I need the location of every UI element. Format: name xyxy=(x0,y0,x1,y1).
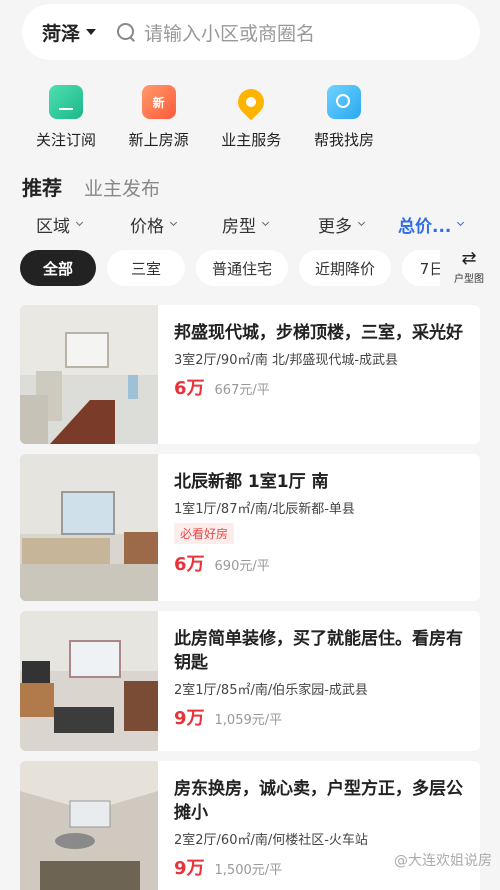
swap-icon: ⇄ xyxy=(461,248,477,269)
filter-label: 价格 xyxy=(130,217,164,237)
quick-label: 业主服务 xyxy=(221,131,282,149)
watermark: @大连欢姐说房 xyxy=(394,853,492,869)
listing-list: 邦盛现代城，步梯顶楼，三室，采光好 3室2厅/90㎡/南 北/邦盛现代城-成武县… xyxy=(20,305,480,890)
new-badge-text: 新 xyxy=(152,95,165,110)
listing-price: 6万 xyxy=(174,378,205,399)
chevron-down-icon xyxy=(357,218,366,227)
listing-card[interactable]: 房东换房，诚心卖，户型方正，多层公摊小 2室2厅/60㎡/南/何楼社区-火车站 … xyxy=(20,761,480,890)
tab-recommend[interactable]: 推荐 xyxy=(22,172,62,201)
quick-label: 帮我找房 xyxy=(313,131,374,149)
listing-title: 北辰新都 1室1厅 南 xyxy=(174,472,329,492)
quick-new-listings[interactable]: 新 新上房源 xyxy=(113,85,205,150)
floorplan-toggle-button[interactable]: ⇄ 户型图 xyxy=(444,248,494,286)
city-label: 菏泽 xyxy=(42,22,81,45)
search-bar[interactable]: 菏泽 请输入小区或商圈名 xyxy=(22,4,480,60)
listing-photo xyxy=(20,611,158,751)
filter-room-type[interactable]: 房型 xyxy=(222,212,270,237)
chip-ordinary-residence[interactable]: 普通住宅 xyxy=(196,250,288,286)
location-pin-icon xyxy=(232,83,270,121)
listing-price: 9万 xyxy=(174,858,205,879)
quick-filter-chips: 全部 三室 普通住宅 近期降价 7日 xyxy=(20,250,440,286)
feed-tabs: 推荐 业主发布 xyxy=(22,172,182,201)
listing-unit-price: 667元/平 xyxy=(214,383,270,398)
listing-price: 9万 xyxy=(174,708,205,729)
listing-unit-price: 1,059元/平 xyxy=(214,713,283,728)
listing-photo xyxy=(20,305,158,444)
listing-title: 此房简单装修，买了就能居住。看房有钥匙 xyxy=(174,629,463,673)
listing-details: 1室1厅/87㎡/南/北辰新都-单县 xyxy=(174,502,355,517)
listing-details: 2室1厅/85㎡/南/伯乐家园-成武县 xyxy=(174,683,368,698)
chevron-down-icon xyxy=(75,218,84,227)
listing-card[interactable]: 邦盛现代城，步梯顶楼，三室，采光好 3室2厅/90㎡/南 北/邦盛现代城-成武县… xyxy=(20,305,480,444)
filter-label: 区域 xyxy=(36,217,70,237)
quick-owner-service[interactable]: 业主服务 xyxy=(205,83,297,150)
quick-actions: 关注订阅 新 新上房源 业主服务 帮我找房 xyxy=(20,83,390,150)
find-house-icon xyxy=(326,85,361,119)
listing-photo xyxy=(20,454,158,601)
chevron-down-icon xyxy=(457,218,465,227)
filter-price[interactable]: 价格 xyxy=(130,212,178,237)
listing-card[interactable]: 北辰新都 1室1厅 南 1室1厅/87㎡/南/北辰新都-单县 必看好房 6万 6… xyxy=(20,454,480,601)
listing-title: 房东换房，诚心卖，户型方正，多层公摊小 xyxy=(174,779,463,823)
floorplan-label: 户型图 xyxy=(454,274,484,285)
filter-total-price[interactable]: 总价... xyxy=(398,212,465,237)
subscribe-icon xyxy=(49,85,83,119)
listing-title: 邦盛现代城，步梯顶楼，三室，采光好 xyxy=(174,323,463,343)
new-badge-icon: 新 xyxy=(141,85,176,119)
quick-label: 新上房源 xyxy=(128,131,189,149)
listing-photo xyxy=(20,761,158,890)
quick-subscribe[interactable]: 关注订阅 xyxy=(20,85,112,150)
filter-label: 房型 xyxy=(222,217,256,237)
search-input[interactable]: 请输入小区或商圈名 xyxy=(144,19,315,46)
listing-unit-price: 690元/平 xyxy=(214,559,270,574)
chip-recent-price-drop[interactable]: 近期降价 xyxy=(299,250,391,286)
chevron-down-icon xyxy=(169,218,178,227)
chip-all[interactable]: 全部 xyxy=(20,250,96,286)
caret-down-icon xyxy=(86,29,97,35)
quick-find-house[interactable]: 帮我找房 xyxy=(298,85,390,150)
search-icon xyxy=(116,22,136,42)
filter-more[interactable]: 更多 xyxy=(318,212,366,237)
listing-price: 6万 xyxy=(174,554,205,575)
listing-card[interactable]: 此房简单装修，买了就能居住。看房有钥匙 2室1厅/85㎡/南/伯乐家园-成武县 … xyxy=(20,611,480,751)
listing-unit-price: 1,500元/平 xyxy=(214,863,283,878)
listing-details: 2室2厅/60㎡/南/何楼社区-火车站 xyxy=(174,833,368,848)
filter-bar: 区域 价格 房型 更多 总价... xyxy=(0,212,500,238)
status-badge: 必看好房 xyxy=(174,523,235,544)
tab-owner-posted[interactable]: 业主发布 xyxy=(84,174,160,201)
filter-area[interactable]: 区域 xyxy=(36,212,84,237)
listing-details: 3室2厅/90㎡/南 北/邦盛现代城-成武县 xyxy=(174,353,399,368)
filter-label: 更多 xyxy=(318,217,352,237)
chip-three-room[interactable]: 三室 xyxy=(107,250,185,286)
quick-label: 关注订阅 xyxy=(35,131,96,149)
chip-seven-days[interactable]: 7日 xyxy=(402,250,440,286)
chevron-down-icon xyxy=(261,218,270,227)
filter-label: 总价... xyxy=(398,217,452,237)
city-selector[interactable]: 菏泽 xyxy=(42,19,97,46)
